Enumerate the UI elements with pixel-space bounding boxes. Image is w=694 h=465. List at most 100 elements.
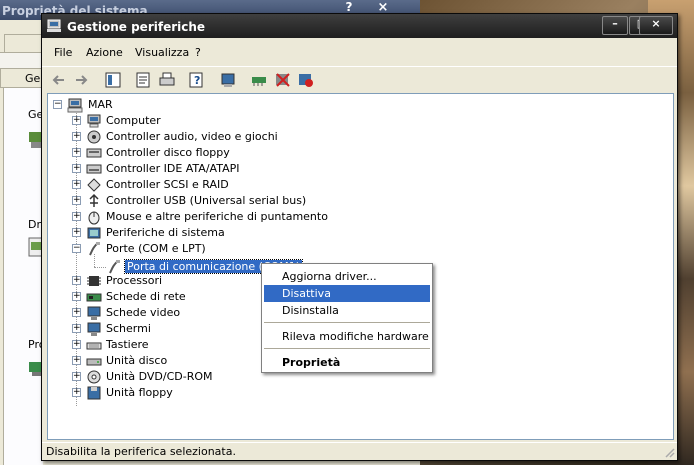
expand-icon[interactable]: + xyxy=(72,308,81,317)
tree-line xyxy=(94,267,106,268)
expand-icon[interactable]: + xyxy=(72,276,81,285)
minimize-button[interactable]: – xyxy=(602,16,628,35)
tree-item-scsi[interactable]: + Controller SCSI e RAID xyxy=(72,177,332,193)
display-adapter-icon xyxy=(87,306,101,320)
tree-item-label: Unità disco xyxy=(106,354,168,367)
system-properties-tab-hardware[interactable]: Ge xyxy=(0,68,44,88)
menu-file[interactable]: File xyxy=(54,46,72,59)
tree-item-floppy-controller[interactable]: + Controller disco floppy xyxy=(72,145,332,161)
close-button[interactable]: × xyxy=(639,16,673,35)
system-properties-close-button[interactable]: × xyxy=(368,0,398,15)
expand-icon[interactable]: + xyxy=(72,324,81,333)
tree-line xyxy=(94,254,95,267)
tree-item-label: Mouse e altre periferiche di puntamento xyxy=(106,210,328,223)
cm-separator xyxy=(264,322,430,323)
audio-icon xyxy=(87,130,101,144)
tree-item-label: Porte (COM e LPT) xyxy=(106,242,206,255)
menu-view[interactable]: Visualizza xyxy=(135,46,189,59)
toolbar: ? xyxy=(42,66,677,92)
expand-icon[interactable]: + xyxy=(72,212,81,221)
computer-icon xyxy=(67,98,83,113)
properties-icon[interactable] xyxy=(134,71,152,89)
tree-item-computer[interactable]: + Computer xyxy=(72,113,332,129)
tree-item-label: Processori xyxy=(106,274,163,287)
floppy-drive-icon xyxy=(87,386,101,400)
properties-pane-icon[interactable] xyxy=(104,71,122,89)
back-icon[interactable] xyxy=(50,71,68,89)
tree-item-floppy-drive[interactable]: + Unità floppy xyxy=(72,385,332,401)
tree-item-label: Unità floppy xyxy=(106,386,173,399)
expand-icon[interactable]: + xyxy=(72,340,81,349)
tree-item-mouse[interactable]: + Mouse e altre periferiche di puntamento xyxy=(72,209,332,225)
cm-separator xyxy=(264,348,430,349)
resize-grip-icon[interactable] xyxy=(663,446,675,458)
expand-icon[interactable]: + xyxy=(72,372,81,381)
com-port-icon xyxy=(109,260,120,274)
expand-icon[interactable]: + xyxy=(72,180,81,189)
help-icon[interactable]: ? xyxy=(188,71,206,89)
system-devices-icon xyxy=(87,227,101,239)
expand-icon[interactable]: + xyxy=(72,116,81,125)
cdrom-icon xyxy=(87,370,101,384)
collapse-icon[interactable]: − xyxy=(53,100,62,109)
uninstall-icon[interactable] xyxy=(274,71,292,89)
tree-root[interactable]: − MAR xyxy=(53,97,173,113)
floppy-controller-icon xyxy=(86,148,102,158)
tree-item-label: Controller IDE ATA/ATAPI xyxy=(106,162,240,175)
tree-root-label: MAR xyxy=(88,98,113,111)
tree-item-label: Controller SCSI e RAID xyxy=(106,178,229,191)
expand-icon[interactable]: + xyxy=(72,196,81,205)
tree-item-ports[interactable]: − Porte (COM e LPT) xyxy=(72,241,332,257)
cm-scan-hardware[interactable]: Rileva modifiche hardware xyxy=(264,328,430,345)
tree-item-ide-controller[interactable]: + Controller IDE ATA/ATAPI xyxy=(72,161,332,177)
update-driver-icon[interactable] xyxy=(250,71,268,89)
status-bar: Disabilita la periferica selezionata. xyxy=(42,442,677,460)
expand-icon[interactable]: + xyxy=(72,388,81,397)
tree-item-audio[interactable]: + Controller audio, video e giochi xyxy=(72,129,332,145)
scan-hardware-icon[interactable] xyxy=(220,71,238,89)
print-icon[interactable] xyxy=(158,71,176,89)
device-manager-app-icon xyxy=(47,19,61,32)
menu-help[interactable]: ? xyxy=(195,46,201,59)
tree-item-label: Tastiere xyxy=(106,338,149,351)
keyboard-icon xyxy=(86,342,102,350)
collapse-icon[interactable]: − xyxy=(72,244,81,253)
expand-icon[interactable]: + xyxy=(72,292,81,301)
cm-disable[interactable]: Disattiva xyxy=(264,285,430,302)
expand-icon[interactable]: + xyxy=(72,132,81,141)
monitor-icon xyxy=(87,322,101,336)
context-menu: Aggiorna driver... Disattiva Disinstalla… xyxy=(261,263,433,373)
tree-item-label: Controller audio, video e giochi xyxy=(106,130,278,143)
titlebar: Gestione periferiche – □ xyxy=(42,14,677,38)
ide-controller-icon xyxy=(86,164,102,174)
cm-uninstall[interactable]: Disinstalla xyxy=(264,302,430,319)
status-text: Disabilita la periferica selezionata. xyxy=(46,445,236,458)
tree-item-label: Unità DVD/CD-ROM xyxy=(106,370,213,383)
tree-item-label: Controller disco floppy xyxy=(106,146,230,159)
tree-item-usb[interactable]: + Controller USB (Universal serial bus) xyxy=(72,193,332,209)
menubar: File Azione Visualizza ? xyxy=(42,41,677,63)
tree-item-system-devices[interactable]: + Periferiche di sistema xyxy=(72,225,332,241)
tree-item-label: Computer xyxy=(106,114,161,127)
cm-properties[interactable]: Proprietà xyxy=(264,354,430,371)
expand-icon[interactable]: + xyxy=(72,164,81,173)
tree-item-com1[interactable]: Porta di comunicazione (COM1) xyxy=(106,259,304,275)
system-properties-tab[interactable] xyxy=(4,34,44,52)
expand-icon[interactable]: + xyxy=(72,228,81,237)
tree-item-label: Schede video xyxy=(106,306,181,319)
disk-drive-icon xyxy=(86,358,102,366)
computer-icon xyxy=(87,114,101,128)
system-properties-tab-row xyxy=(0,52,44,68)
window-title: Gestione periferiche xyxy=(67,20,206,34)
cm-update-driver[interactable]: Aggiorna driver... xyxy=(264,268,430,285)
forward-icon[interactable] xyxy=(72,71,90,89)
svg-text:?: ? xyxy=(194,74,200,87)
disable-icon[interactable] xyxy=(297,71,315,89)
expand-icon[interactable]: + xyxy=(72,148,81,157)
tree-item-label: Controller USB (Universal serial bus) xyxy=(106,194,307,207)
expand-icon[interactable]: + xyxy=(72,356,81,365)
tree-item-label: Periferiche di sistema xyxy=(106,226,225,239)
menu-action[interactable]: Azione xyxy=(86,46,123,59)
system-properties-help-button[interactable]: ? xyxy=(338,0,360,14)
tree-item-label: Schede di rete xyxy=(106,290,186,303)
